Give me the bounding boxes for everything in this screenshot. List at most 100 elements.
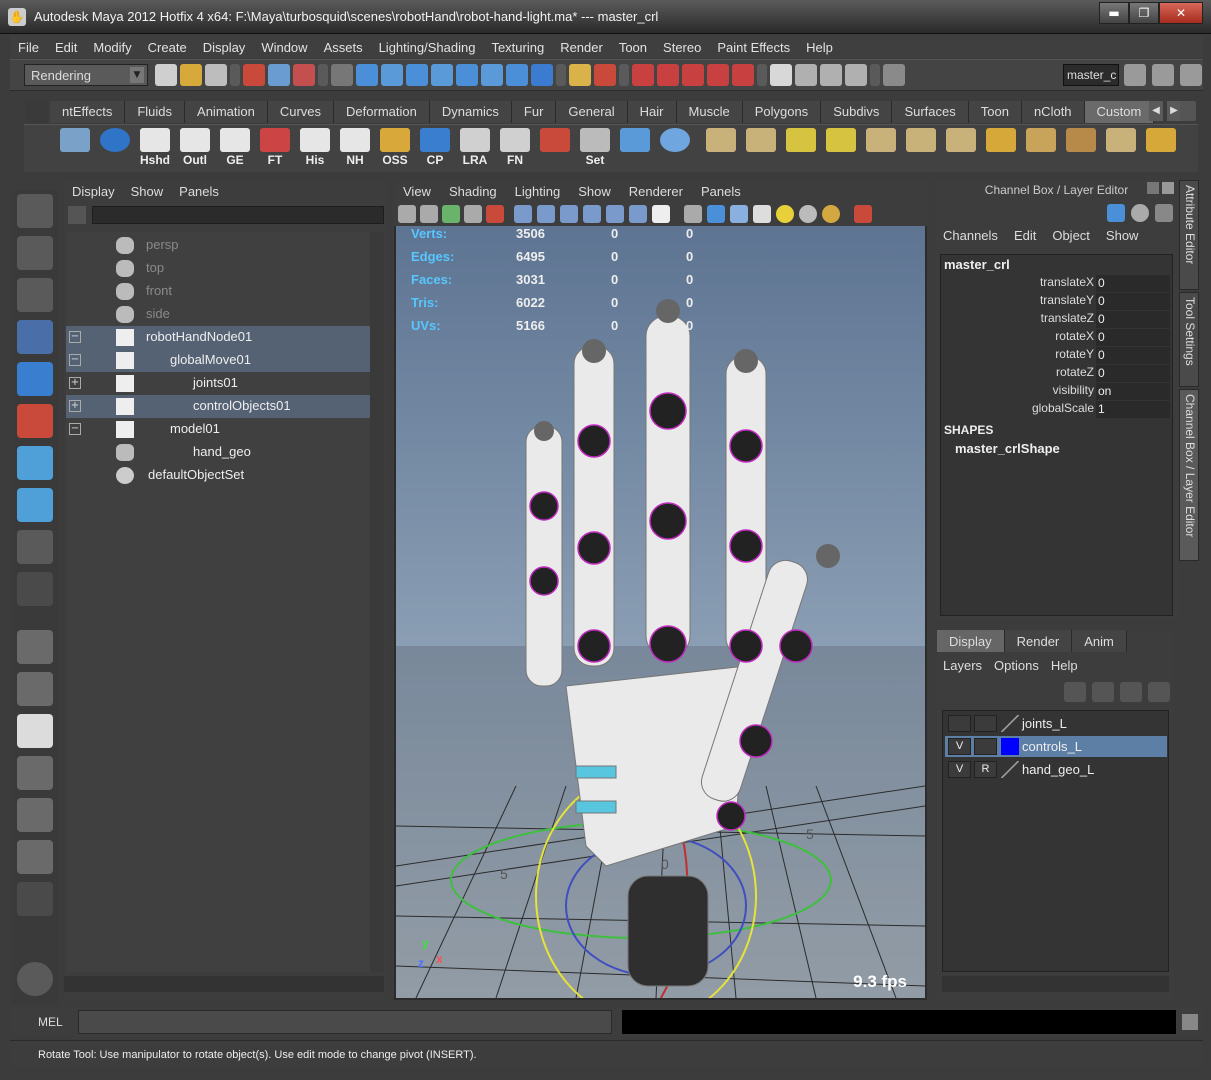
shelf-tab-fluids[interactable]: Fluids: [125, 101, 186, 123]
joint-mask-icon[interactable]: [381, 64, 403, 86]
grid-toggle-icon[interactable]: [537, 205, 555, 223]
save-scene-icon[interactable]: [205, 64, 227, 86]
channel-value[interactable]: 0: [1096, 365, 1170, 382]
select-hierarchy-icon[interactable]: [243, 64, 265, 86]
viewport-canvas[interactable]: Verts: 3506 0 0 Edges: 6495 0 0 Faces: 3…: [396, 226, 925, 998]
manipulator-icon[interactable]: [1107, 204, 1125, 222]
surface-mask-icon[interactable]: [431, 64, 453, 86]
reference-toggle[interactable]: [974, 738, 997, 755]
layout-four-panes-icon[interactable]: [17, 630, 53, 664]
smooth-shade-icon[interactable]: [560, 205, 578, 223]
shelf-tab-surfaces[interactable]: Surfaces: [892, 101, 969, 123]
tool-settings-toggle-icon[interactable]: [1152, 64, 1174, 86]
layout-custom-icon[interactable]: [17, 882, 53, 916]
show-manipulator-icon[interactable]: [17, 530, 53, 564]
paint-select-tool-icon[interactable]: [17, 278, 53, 312]
render-settings-icon[interactable]: [820, 64, 842, 86]
make-live-icon[interactable]: [732, 64, 754, 86]
channel-value[interactable]: 0: [1096, 347, 1170, 364]
text-resolution-icon[interactable]: [652, 205, 670, 223]
scale-tool-icon[interactable]: [17, 404, 53, 438]
shelf-button-plane-3[interactable]: [784, 128, 818, 168]
layer-row-controls[interactable]: V controls_L: [945, 736, 1167, 757]
menu-lighting-shading[interactable]: Lighting/Shading: [379, 40, 476, 55]
outliner-horizontal-scrollbar[interactable]: [64, 976, 384, 992]
collapse-icon[interactable]: −: [69, 331, 81, 343]
viewport-menu-panels[interactable]: Panels: [701, 184, 741, 199]
visibility-toggle[interactable]: V: [948, 761, 971, 778]
shelf-button-ge[interactable]: GE: [218, 128, 252, 168]
channel-box-menu-object[interactable]: Object: [1052, 228, 1090, 243]
maximize-button[interactable]: ❐: [1129, 2, 1159, 24]
soft-modification-icon[interactable]: [17, 488, 53, 522]
maya-app-icon[interactable]: ✋: [8, 8, 26, 26]
channel-value[interactable]: 0: [1096, 275, 1170, 292]
mask-icon[interactable]: [331, 64, 353, 86]
lasso-tool-icon[interactable]: [17, 236, 53, 270]
outliner-vertical-scrollbar[interactable]: [370, 232, 384, 972]
ipr-render-icon[interactable]: [795, 64, 817, 86]
new-scene-icon[interactable]: [155, 64, 177, 86]
shelf-tab-painteffects[interactable]: ntEffects: [50, 101, 126, 123]
shelf-tab-custom[interactable]: Custom: [1084, 101, 1155, 123]
shelf-button-joint[interactable]: [538, 128, 572, 168]
viewport-menu-shading[interactable]: Shading: [449, 184, 497, 199]
object-name-field[interactable]: master_c: [1063, 64, 1119, 86]
outliner-item-defaultobjectset[interactable]: defaultObjectSet: [66, 464, 370, 487]
new-layer-icon[interactable]: [1120, 682, 1142, 702]
outliner-search-input[interactable]: [92, 206, 384, 224]
menu-display[interactable]: Display: [203, 40, 246, 55]
channel-row[interactable]: translateY 0: [941, 293, 1172, 311]
default-light-icon[interactable]: [776, 205, 794, 223]
bookmark-icon[interactable]: [442, 205, 460, 223]
handle-mask-icon[interactable]: [356, 64, 378, 86]
shelf-tab-ncloth[interactable]: nCloth: [1021, 101, 1085, 123]
outliner-list[interactable]: persp top front side − robotHandNode01 −…: [66, 232, 370, 972]
layout-persp-outliner-icon[interactable]: [17, 672, 53, 706]
outliner-item-controlobjects01[interactable]: + controlObjects01: [66, 395, 370, 418]
layout-hypershade-icon[interactable]: [17, 798, 53, 832]
shelf-scroll-left-icon[interactable]: ◀: [1149, 101, 1163, 121]
shelf-button-cube-1[interactable]: [944, 128, 978, 168]
open-scene-icon[interactable]: [180, 64, 202, 86]
script-editor-icon[interactable]: [1182, 1014, 1198, 1030]
visibility-toggle[interactable]: V: [948, 738, 971, 755]
layer-menu-options[interactable]: Options: [994, 658, 1039, 673]
menu-window[interactable]: Window: [261, 40, 307, 55]
channel-row[interactable]: globalScale 1: [941, 401, 1172, 419]
shelf-button-his[interactable]: His: [298, 128, 332, 168]
layout-outliner-graph-icon[interactable]: [17, 840, 53, 874]
outliner-item-side[interactable]: side: [66, 303, 370, 326]
shelf-tab-subdivs[interactable]: Subdivs: [821, 101, 893, 123]
layer-menu-layers[interactable]: Layers: [943, 658, 982, 673]
image-plane-icon[interactable]: [464, 205, 482, 223]
outliner-menu-show[interactable]: Show: [131, 184, 164, 199]
reference-toggle[interactable]: [974, 715, 997, 732]
menu-assets[interactable]: Assets: [324, 40, 363, 55]
shelf-tab-muscle[interactable]: Muscle: [676, 101, 743, 123]
channel-value[interactable]: on: [1096, 383, 1170, 400]
channel-row[interactable]: rotateZ 0: [941, 365, 1172, 383]
snap-point-icon[interactable]: [682, 64, 704, 86]
tab-channel-box-layer-editor[interactable]: Channel Box / Layer Editor: [1179, 389, 1199, 561]
menu-file[interactable]: File: [18, 40, 39, 55]
collapse-icon[interactable]: −: [69, 423, 81, 435]
shelf-button-spheres[interactable]: [658, 128, 692, 168]
outliner-item-globalmove01[interactable]: − globalMove01: [66, 349, 370, 372]
mel-command-input[interactable]: [78, 1010, 612, 1034]
curve-mask-icon[interactable]: [406, 64, 428, 86]
outliner-item-top[interactable]: top: [66, 257, 370, 280]
outliner-item-robothandnode01[interactable]: − robotHandNode01: [66, 326, 370, 349]
shelf-button-nh[interactable]: NH: [338, 128, 372, 168]
layer-list-horizontal-scrollbar[interactable]: [942, 976, 1169, 992]
bounding-box-icon[interactable]: [684, 205, 702, 223]
channel-box-menu-show[interactable]: Show: [1106, 228, 1139, 243]
layer-menu-help[interactable]: Help: [1051, 658, 1078, 673]
shelf-button-lra[interactable]: LRA: [458, 128, 492, 168]
camera-attributes-icon[interactable]: [420, 205, 438, 223]
outliner-menu-display[interactable]: Display: [72, 184, 115, 199]
reference-toggle[interactable]: R: [974, 761, 997, 778]
channel-row[interactable]: translateZ 0: [941, 311, 1172, 329]
channel-row[interactable]: visibility on: [941, 383, 1172, 401]
menu-help[interactable]: Help: [806, 40, 833, 55]
